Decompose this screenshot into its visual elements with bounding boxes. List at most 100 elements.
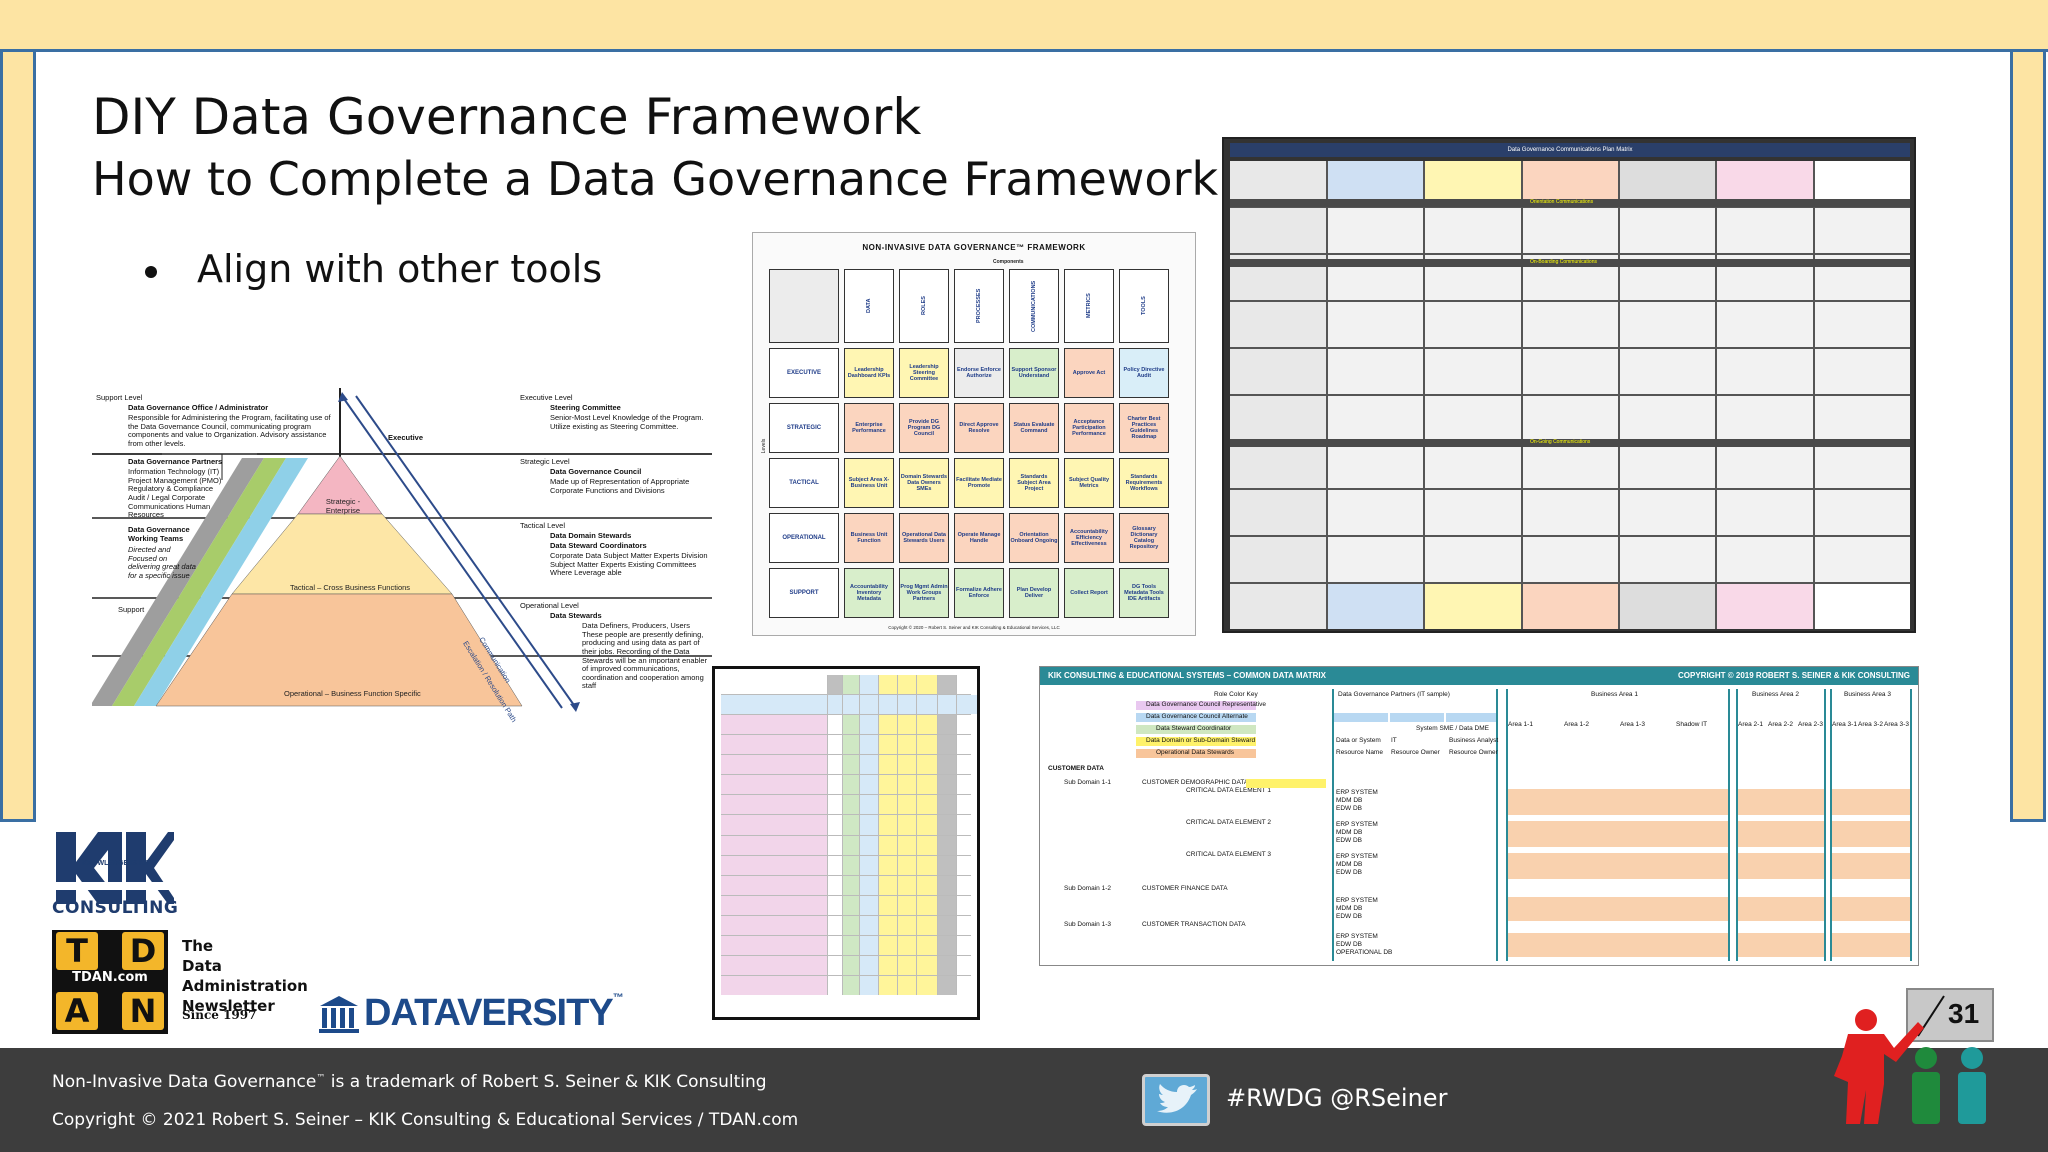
cdm-rn-label: Resource Name xyxy=(1336,749,1383,756)
cdm-system: MDM DB xyxy=(1336,829,1363,836)
cdm-data-group: CUSTOMER FINANCE DATA xyxy=(1142,885,1228,892)
kik-consulting-text: CONSULTING xyxy=(52,898,179,918)
cdm-ds-label: Data or System xyxy=(1336,737,1381,744)
cdm-area-col: Area 2-2 xyxy=(1768,721,1793,728)
domain-stewards-label: Data Domain Stewards xyxy=(550,531,632,540)
nidg-cell: Leadership Dashboard KPIs xyxy=(844,348,894,398)
cdm-area-col: Area 3-2 xyxy=(1858,721,1883,728)
nidg-col-header: PROCESSES xyxy=(954,269,1004,343)
comms-grid xyxy=(1230,161,1910,629)
nidg-col-header: COMMUNICATIONS xyxy=(1009,269,1059,343)
coordinators-label: Data Steward Coordinators xyxy=(550,541,647,550)
nidg-cell: Support Sponsor Understand xyxy=(1009,348,1059,398)
bullet-text: Align with other tools xyxy=(197,247,603,291)
comms-band-ongoing: On-Going Communications xyxy=(1230,439,1910,447)
cdm-it-label: IT xyxy=(1391,737,1397,744)
working-teams-description: Directed and Focused on delivering great… xyxy=(128,545,196,580)
bullet-item: Align with other tools xyxy=(145,247,602,291)
bullet-dot-icon xyxy=(145,265,157,278)
working-teams-label: Data Governance Working Teams xyxy=(128,525,190,543)
footer-trademark: Non-Invasive Data Governance™ is a trade… xyxy=(52,1072,767,1092)
cdm-system: EDW DB xyxy=(1336,913,1362,920)
kik-tagline: KNOWLEDGE IS KING xyxy=(82,860,157,867)
tdan-tile-a: A xyxy=(56,992,98,1030)
nidg-cell: Subject Area X-Business Unit xyxy=(844,458,894,508)
cdm-sme-label: System SME / Data DME xyxy=(1416,725,1489,732)
nidg-col-header: METRICS xyxy=(1064,269,1114,343)
dgo-label: Data Governance Office / Administrator xyxy=(128,403,269,412)
nidg-row-label: TACTICAL xyxy=(769,458,839,508)
nidg-cell: Charter Best Practices Guidelines Roadma… xyxy=(1119,403,1169,453)
nidg-cell: Formalize Adhere Enforce xyxy=(954,568,1004,618)
cdm-sub-domain: Sub Domain 1-3 xyxy=(1064,921,1111,928)
tactical-level-label: Tactical Level xyxy=(520,521,566,530)
stewards-matrix-thumbnail xyxy=(712,666,980,1020)
cdm-cde: CRITICAL DATA ELEMENT 2 xyxy=(1186,819,1272,826)
executive-level-label: Executive Level xyxy=(520,393,573,402)
footer-bar xyxy=(0,1048,2048,1152)
strategic-band-label: Strategic - Enterprise xyxy=(325,497,361,515)
tdan-wordmark: The Data Administration Newsletter xyxy=(182,936,308,1016)
nidg-cell: Direct Approve Resolve xyxy=(954,403,1004,453)
nidg-title: NON-INVASIVE DATA GOVERNANCE™ FRAMEWORK xyxy=(862,243,1086,252)
comms-band-label: On-Going Communications xyxy=(1530,439,1591,445)
governance-pyramid-diagram: Support Level Data Governance Office / A… xyxy=(92,388,712,724)
cdm-system: ERP SYSTEM xyxy=(1336,821,1378,828)
cdm-area-col: Area 1-1 xyxy=(1508,721,1533,728)
nidg-cell: Glossary Dictionary Catalog Repository xyxy=(1119,513,1169,563)
cdm-system: ERP SYSTEM xyxy=(1336,897,1378,904)
council-label: Data Governance Council xyxy=(550,467,642,476)
cdm-ba2-label: Business Area 2 xyxy=(1752,691,1799,698)
tdan-word: Data xyxy=(182,957,222,975)
executive-label: Executive xyxy=(388,433,424,442)
cdm-cde: CRITICAL DATA ELEMENT 3 xyxy=(1186,851,1272,858)
comms-band-label: Orientation Communications xyxy=(1530,199,1594,205)
cdm-role: Data Governance Council Alternate xyxy=(1146,713,1248,720)
nidg-cell: Provide DG Program DG Council xyxy=(899,403,949,453)
nidg-cell: Business Unit Function xyxy=(844,513,894,563)
dataversity-building-icon xyxy=(319,996,359,1033)
steering-label: Steering Committee xyxy=(550,403,621,412)
cdm-system: ERP SYSTEM xyxy=(1336,933,1378,940)
cdm-system: EDW DB xyxy=(1336,837,1362,844)
cdm-data-group: CUSTOMER DEMOGRAPHIC DATA xyxy=(1142,779,1249,786)
dgo-description: Responsible for Administering the Progra… xyxy=(128,413,331,448)
operational-band-label: Operational – Business Function Specific xyxy=(284,689,421,698)
cdm-copyright: COPYRIGHT © 2019 ROBERT S. SEINER & KIK … xyxy=(1678,671,1910,680)
nidg-row-label: EXECUTIVE xyxy=(769,348,839,398)
communications-matrix-thumbnail: Data Governance Communications Plan Matr… xyxy=(1222,137,1916,633)
operational-level-label: Operational Level xyxy=(520,601,579,610)
cdm-system: EDW DB xyxy=(1336,941,1362,948)
cdm-ro-label: Resource Owner xyxy=(1449,749,1498,756)
nidg-cell: Accountability Efficiency Effectiveness xyxy=(1064,513,1114,563)
dataversity-text: DATAVERSITY xyxy=(364,992,614,1034)
nidg-levels-label: Levels xyxy=(761,438,768,454)
nidg-cell: Subject Quality Metrics xyxy=(1064,458,1114,508)
cdm-system: EDW DB xyxy=(1336,805,1362,812)
nidg-cell: Prog Mgmt Admin Work Groups Partners xyxy=(899,568,949,618)
nidg-col-header: ROLES xyxy=(899,269,949,343)
nidg-cell: Acceptance Participation Performance xyxy=(1064,403,1114,453)
cdm-area-col: Area 3-1 xyxy=(1832,721,1857,728)
tactical-description: Corporate Data Subject Matter Experts Di… xyxy=(550,551,708,578)
nidg-row-label: STRATEGIC xyxy=(769,403,839,453)
strategic-level-label: Strategic Level xyxy=(520,457,570,466)
cdm-ba-label: Business Analyst xyxy=(1449,737,1499,744)
nidg-cell: Operational Data Stewards Users xyxy=(899,513,949,563)
cdm-sub-domain: Sub Domain 1-2 xyxy=(1064,885,1111,892)
twitter-icon[interactable] xyxy=(1142,1074,1210,1126)
partners-label: Data Governance Partners xyxy=(128,457,223,466)
cdm-title: KIK CONSULTING & EDUCATIONAL SYSTEMS – C… xyxy=(1048,671,1326,680)
dataversity-logo: DATAVERSITY™ xyxy=(364,992,624,1035)
slide-title: DIY Data Governance Framework xyxy=(92,88,922,146)
twitter-handle[interactable]: #RWDG @RSeiner xyxy=(1226,1084,1447,1112)
nidg-cell: Collect Report xyxy=(1064,568,1114,618)
cdm-system: ERP SYSTEM xyxy=(1336,789,1378,796)
nidg-cell: Standards Subject Area Project xyxy=(1009,458,1059,508)
tdan-word: The xyxy=(182,937,214,955)
tdan-tile-d: D xyxy=(122,932,164,970)
stewards-grid xyxy=(721,675,977,995)
nidg-col-header: TOOLS xyxy=(1119,269,1169,343)
tdan-tile-t: T xyxy=(56,932,98,970)
partners-description: Information Technology (IT) Project Mana… xyxy=(128,467,222,520)
